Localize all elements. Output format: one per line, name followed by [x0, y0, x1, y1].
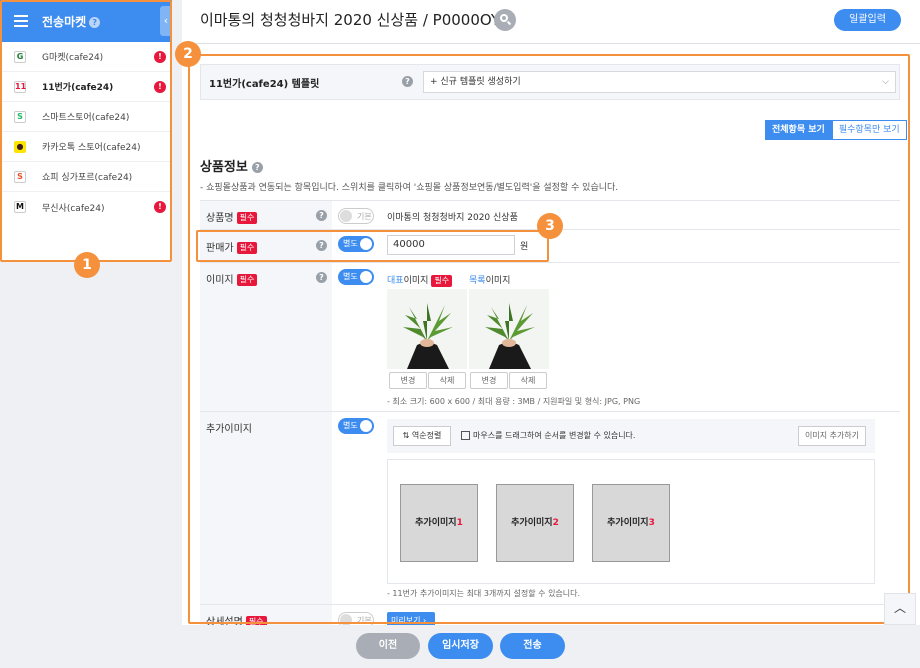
- callout-box-1: [0, 0, 172, 262]
- page-title: 이마통의 청청청바지 2020 신상품 / P0000OYW: [200, 11, 515, 29]
- temp-save-button[interactable]: 임시저장: [428, 633, 493, 659]
- bulk-input-button[interactable]: 일괄입력: [834, 9, 901, 31]
- callout-badge-1: 1: [74, 252, 100, 278]
- callout-badge-2: 2: [175, 41, 201, 67]
- search-icon[interactable]: [494, 9, 516, 31]
- topbar: 이마통의 청청청바지 2020 신상품 / P0000OYW 일괄입력: [182, 0, 920, 42]
- callout-badge-3: 3: [537, 213, 563, 239]
- scroll-top-button[interactable]: ︿: [884, 593, 916, 625]
- prev-button[interactable]: 이전: [356, 633, 420, 659]
- footer-actions: 이전 임시저장 전송: [172, 625, 920, 668]
- callout-box-2: [188, 54, 910, 624]
- send-button[interactable]: 전송: [500, 633, 565, 659]
- callout-box-3: [196, 230, 549, 262]
- header-divider: [182, 43, 920, 44]
